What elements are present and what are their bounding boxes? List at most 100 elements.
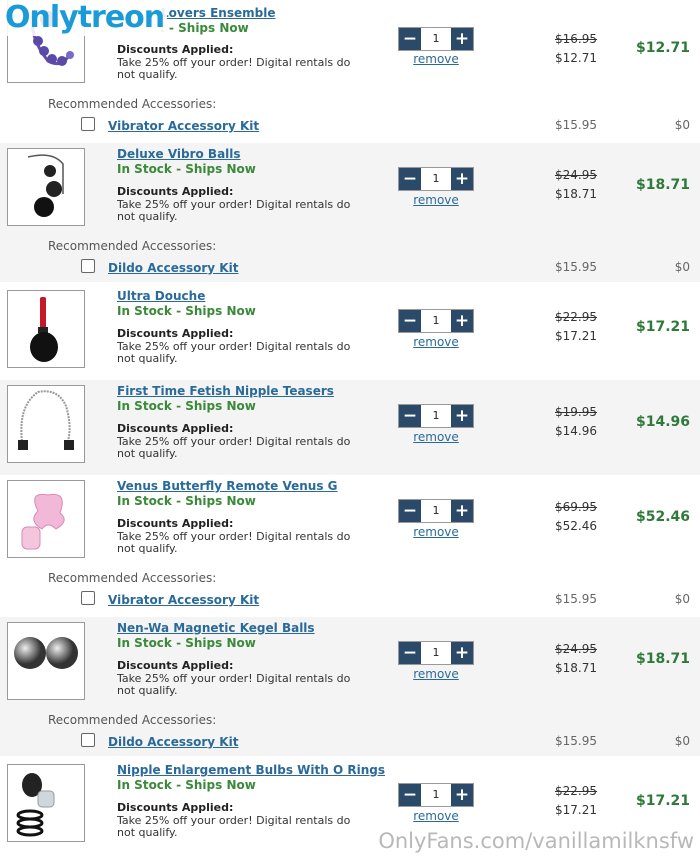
increase-quantity-button[interactable]: + (451, 642, 473, 664)
discount-heading: Discounts Applied: (117, 517, 234, 530)
discount-heading: Discounts Applied: (117, 327, 234, 340)
product-name-link[interactable]: Nipple Enlargement Bulbs With O Rings (117, 763, 385, 777)
stock-status: In Stock - Ships Now (117, 636, 256, 650)
watermark-logo: Onlytreon (2, 0, 168, 36)
increase-quantity-button[interactable]: + (451, 784, 473, 806)
decrease-quantity-button[interactable]: − (399, 642, 421, 664)
original-price: $19.95 (555, 405, 597, 419)
line-total: $52.46 (635, 509, 690, 525)
discount-heading: Discounts Applied: (117, 185, 234, 198)
accessory-checkbox[interactable] (81, 117, 95, 131)
accessory-name-link[interactable]: Dildo Accessory Kit (108, 735, 238, 749)
recommended-heading: Recommended Accessories: (48, 713, 217, 727)
product-name-link[interactable]: Venus Butterfly Remote Venus G (117, 479, 338, 493)
accessory-name-link[interactable]: Dildo Accessory Kit (108, 261, 238, 275)
product-name-link[interactable]: Deluxe Vibro Balls (117, 147, 241, 161)
cart-item-row: Nen-Wa Magnetic Kegel Balls In Stock - S… (0, 617, 700, 712)
accessory-price: $15.95 (555, 260, 597, 274)
accessory-name-link[interactable]: Vibrator Accessory Kit (108, 119, 259, 133)
decrease-quantity-button[interactable]: − (399, 310, 421, 332)
increase-quantity-button[interactable]: + (451, 168, 473, 190)
accessory-name-link[interactable]: Vibrator Accessory Kit (108, 593, 259, 607)
increase-quantity-button[interactable]: + (451, 28, 473, 50)
decrease-quantity-button[interactable]: − (399, 405, 421, 427)
product-image[interactable] (7, 480, 85, 558)
product-name-link[interactable]: Nen-Wa Magnetic Kegel Balls (117, 621, 315, 635)
original-price: $22.95 (555, 310, 597, 324)
quantity-value[interactable]: 1 (421, 310, 451, 332)
remove-link[interactable]: remove (398, 430, 474, 444)
recommended-accessories: Recommended Accessories: Dildo Accessory… (0, 709, 700, 756)
line-total: $12.71 (635, 40, 690, 56)
quantity-value[interactable]: 1 (421, 784, 451, 806)
decrease-quantity-button[interactable]: − (399, 28, 421, 50)
stock-status: In Stock - Ships Now (117, 304, 256, 318)
recommended-accessories: Recommended Accessories: Vibrator Access… (0, 93, 700, 140)
increase-quantity-button[interactable]: + (451, 405, 473, 427)
decrease-quantity-button[interactable]: − (399, 168, 421, 190)
discount-text: Take 25% off your order! Digital rentals… (117, 530, 351, 555)
quantity-value[interactable]: 1 (421, 642, 451, 664)
accessory-price: $15.95 (555, 734, 597, 748)
original-price: $69.95 (555, 500, 597, 514)
stock-status: In Stock - Ships Now (117, 778, 256, 792)
discount-heading: Discounts Applied: (117, 422, 234, 435)
remove-link[interactable]: remove (398, 667, 474, 681)
cart-page: Lovers Ensemble : - Ships Now Discounts … (0, 0, 700, 856)
accessory-added-price: $0 (674, 734, 690, 748)
remove-link[interactable]: remove (398, 193, 474, 207)
discounted-price: $17.21 (555, 329, 597, 343)
accessory-checkbox[interactable] (81, 591, 95, 605)
quantity-stepper: − 1 + (398, 309, 474, 333)
increase-quantity-button[interactable]: + (451, 310, 473, 332)
cart-item-row: Ultra Douche In Stock - Ships Now Discou… (0, 285, 700, 380)
quantity-value[interactable]: 1 (421, 168, 451, 190)
remove-link[interactable]: remove (398, 525, 474, 539)
product-name-link[interactable]: Ultra Douche (117, 289, 205, 303)
accessory-added-price: $0 (674, 592, 690, 606)
recommended-accessories: Recommended Accessories: Dildo Accessory… (0, 235, 700, 282)
decrease-quantity-button[interactable]: − (399, 784, 421, 806)
remove-link[interactable]: remove (398, 809, 474, 823)
product-image[interactable] (7, 764, 85, 842)
remove-link[interactable]: remove (398, 52, 474, 66)
line-total: $14.96 (635, 414, 690, 430)
discount-text: Take 25% off your order! Digital rentals… (117, 672, 351, 697)
decrease-quantity-button[interactable]: − (399, 500, 421, 522)
accessory-checkbox[interactable] (81, 733, 95, 747)
product-name-link[interactable]: Lovers Ensemble (161, 6, 275, 20)
discounted-price: $18.71 (555, 661, 597, 675)
line-total: $18.71 (635, 177, 690, 193)
cart-item-row: Deluxe Vibro Balls In Stock - Ships Now … (0, 143, 700, 238)
discounted-price: $18.71 (555, 187, 597, 201)
product-name-link[interactable]: First Time Fetish Nipple Teasers (117, 384, 334, 398)
original-price: $16.95 (555, 32, 597, 46)
discounted-price: $12.71 (555, 51, 597, 65)
discount-heading: Discounts Applied: (117, 43, 234, 56)
discounted-price: $14.96 (555, 424, 597, 438)
original-price: $24.95 (555, 168, 597, 182)
remove-link[interactable]: remove (398, 335, 474, 349)
product-image[interactable] (7, 290, 85, 368)
product-image[interactable] (7, 385, 85, 463)
quantity-stepper: − 1 + (398, 27, 474, 51)
quantity-value[interactable]: 1 (421, 405, 451, 427)
product-image[interactable] (7, 622, 85, 700)
quantity-stepper: − 1 + (398, 499, 474, 523)
quantity-value[interactable]: 1 (421, 28, 451, 50)
increase-quantity-button[interactable]: + (451, 500, 473, 522)
recommended-heading: Recommended Accessories: (48, 239, 217, 253)
discounted-price: $52.46 (555, 519, 597, 533)
stock-status: In Stock - Ships Now (117, 494, 256, 508)
original-price: $22.95 (555, 784, 597, 798)
discounted-price: $17.21 (555, 803, 597, 817)
recommended-heading: Recommended Accessories: (48, 571, 217, 585)
quantity-value[interactable]: 1 (421, 500, 451, 522)
accessory-added-price: $0 (674, 260, 690, 274)
recommended-heading: Recommended Accessories: (48, 97, 217, 111)
accessory-added-price: $0 (674, 118, 690, 132)
product-image[interactable] (7, 148, 85, 226)
accessory-checkbox[interactable] (81, 259, 95, 273)
discount-text: Take 25% off your order! Digital rentals… (117, 198, 351, 223)
cart-item-row: Venus Butterfly Remote Venus G In Stock … (0, 475, 700, 570)
